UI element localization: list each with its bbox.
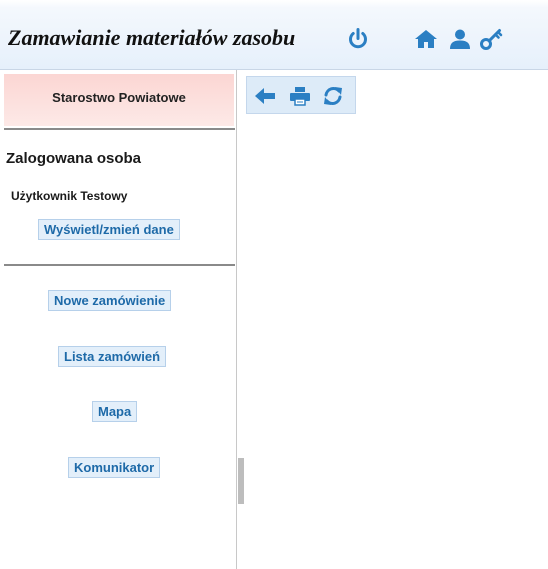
user-name: Użytkownik Testowy: [11, 189, 128, 203]
menu-map[interactable]: Mapa: [92, 401, 138, 422]
divider: [4, 128, 235, 130]
content-area: [244, 70, 548, 569]
organization-name: Starostwo Powiatowe: [4, 74, 234, 126]
sidebar: Starostwo Powiatowe Zalogowana osoba Uży…: [0, 70, 237, 569]
app-title: Zamawianie materiałów zasobu: [8, 25, 296, 50]
power-icon[interactable]: [346, 27, 370, 51]
divider: [4, 264, 235, 266]
menu-new-order[interactable]: Nowe zamówienie: [48, 290, 172, 311]
key-icon[interactable]: [479, 27, 503, 51]
arrow-left-icon[interactable]: [254, 85, 276, 107]
user-icon[interactable]: [448, 27, 472, 51]
top-bar: Zamawianie materiałów zasobu: [0, 0, 548, 70]
content-toolbar: [246, 76, 356, 114]
menu-order-list[interactable]: Lista zamówień: [58, 346, 167, 367]
edit-user-data-button[interactable]: Wyświetl/zmień dane: [38, 219, 180, 240]
home-icon[interactable]: [414, 27, 438, 51]
menu-messenger[interactable]: Komunikator: [68, 457, 161, 478]
refresh-icon[interactable]: [322, 85, 344, 107]
print-icon[interactable]: [289, 85, 311, 107]
logged-user-heading: Zalogowana osoba: [6, 150, 142, 167]
